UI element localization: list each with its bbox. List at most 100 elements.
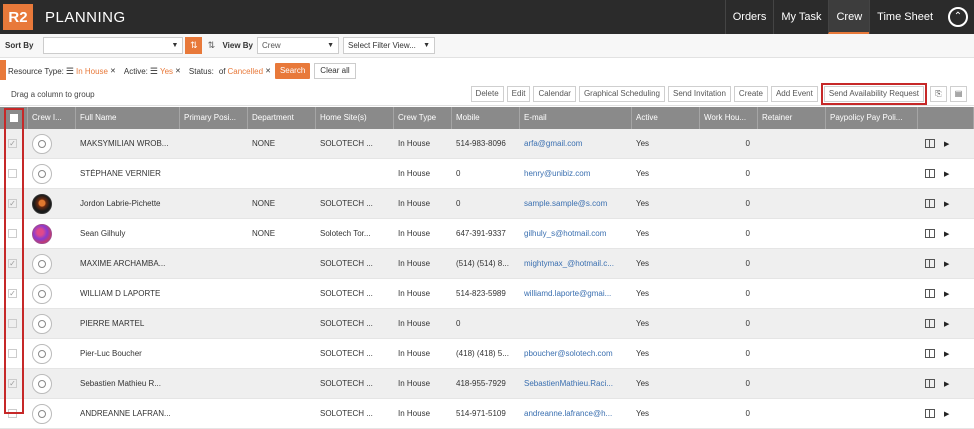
filter-view-select[interactable]: Select Filter View... ▼ (343, 37, 435, 54)
filter-icon[interactable]: ☰ (150, 66, 158, 77)
expand-arrow-icon[interactable]: ▶ (944, 260, 949, 268)
column-header[interactable] (918, 107, 974, 129)
nav-tab-crew[interactable]: Crew (828, 0, 870, 34)
user-menu-icon[interactable]: ⌃ (948, 7, 968, 27)
expand-arrow-icon[interactable]: ▶ (944, 200, 949, 208)
sort-ascending-button[interactable]: ⇅ (185, 37, 203, 54)
active-cell: Yes (636, 199, 650, 208)
table-row[interactable]: STÉPHANE VERNIER In House 0 henry@unibiz.co… (0, 159, 974, 189)
row-checkbox[interactable]: ✓ (8, 139, 17, 148)
send-availability-request-button[interactable]: Send Availability Request (820, 83, 928, 105)
columns-icon[interactable]: ▤ (950, 86, 967, 102)
search-button[interactable]: Search (274, 63, 311, 79)
expand-arrow-icon[interactable]: ▶ (944, 380, 949, 388)
row-checkbox[interactable]: ✓ (8, 199, 17, 208)
row-checkbox[interactable]: ✓ (8, 289, 17, 298)
expand-arrow-icon[interactable]: ▶ (944, 320, 949, 328)
delete-button[interactable]: Delete (470, 86, 504, 102)
edit-button[interactable]: Edit (506, 86, 531, 102)
details-panel-icon[interactable] (925, 139, 935, 148)
table-row[interactable]: ✓ WILLIAM D LAPORTE SOLOTECH ... In House 51… (0, 279, 974, 309)
details-panel-icon[interactable] (925, 319, 935, 328)
work-hours-cell: 0 (745, 169, 750, 178)
expand-arrow-icon[interactable]: ▶ (944, 350, 949, 358)
details-panel-icon[interactable] (925, 199, 935, 208)
email-cell[interactable]: arfa@gmail.com (520, 139, 632, 148)
sort-descending-button[interactable]: ⇅ (204, 37, 218, 54)
column-header[interactable]: Home Site(s) (316, 107, 394, 129)
email-cell[interactable]: henry@unibiz.com (520, 169, 632, 178)
column-header[interactable]: Work Hou... (700, 107, 758, 129)
sort-by-select[interactable]: ▼ (43, 37, 184, 54)
row-checkbox[interactable] (8, 229, 17, 238)
details-panel-icon[interactable] (925, 289, 935, 298)
table-row[interactable]: ✓ Sebastien Mathieu R... SOLOTECH ... In Ho… (0, 369, 974, 399)
view-by-select[interactable]: Crew ▼ (257, 37, 339, 54)
details-panel-icon[interactable] (925, 349, 935, 358)
expand-arrow-icon[interactable]: ▶ (944, 140, 949, 148)
email-cell[interactable]: williamd.laporte@gmai... (520, 289, 632, 298)
table-row[interactable]: Pier-Luc Boucher SOLOTECH ... In House (418… (0, 339, 974, 369)
graphical-scheduling-button[interactable]: Graphical Scheduling (578, 86, 665, 102)
export-icon[interactable]: ⎘ (930, 86, 947, 102)
email-cell[interactable]: mightymax_@hotmail.c... (520, 259, 632, 268)
details-panel-icon[interactable] (925, 259, 935, 268)
details-panel-icon[interactable] (925, 229, 935, 238)
create-button[interactable]: Create (733, 86, 768, 102)
column-header[interactable]: Retainer (758, 107, 826, 129)
details-panel-icon[interactable] (925, 379, 935, 388)
column-header[interactable]: Primary Posi... (180, 107, 248, 129)
email-cell[interactable]: sample.sample@s.com (520, 199, 632, 208)
table-row[interactable]: ✓ MAKSYMILIAN WROB... NONE SOLOTECH ... In H… (0, 129, 974, 159)
row-control-cell: ▶ (918, 229, 974, 238)
column-header[interactable]: Paypolicy Pay Poli... (826, 107, 918, 129)
expand-arrow-icon[interactable]: ▶ (944, 410, 949, 418)
calendar-button[interactable]: Calendar (533, 86, 576, 102)
email-cell[interactable]: SebastienMathieu.Raci... (520, 379, 632, 388)
email-cell[interactable]: pboucher@solotech.com (520, 349, 632, 358)
column-header[interactable]: E-mail (520, 107, 632, 129)
full-name-cell: Pier-Luc Boucher (80, 349, 142, 358)
table-row[interactable]: ✓ MAXIME ARCHAMBA... SOLOTECH ... In House (… (0, 249, 974, 279)
details-panel-icon[interactable] (925, 169, 935, 178)
email-cell[interactable]: gilhuly_s@hotmail.com (520, 229, 632, 238)
filter-icon[interactable]: ☰ (66, 66, 74, 77)
column-header[interactable]: Department (248, 107, 316, 129)
status-value[interactable]: Cancelled (227, 67, 263, 76)
clear-filter-icon[interactable]: ✕ (110, 67, 116, 75)
group-drop-zone[interactable]: Drag a column to group (11, 90, 95, 99)
clear-filter-icon[interactable]: ✕ (175, 67, 181, 75)
resource-type-value[interactable]: In House (76, 67, 108, 76)
column-header[interactable]: Crew Type (394, 107, 452, 129)
active-value[interactable]: Yes (160, 67, 173, 76)
row-checkbox[interactable] (8, 319, 17, 328)
nav-tab-time-sheet[interactable]: Time Sheet (869, 0, 940, 34)
table-row[interactable]: PIERRE MARTEL SOLOTECH ... In House 0 Yes 0 ▶ (0, 309, 974, 339)
expand-arrow-icon[interactable]: ▶ (944, 230, 949, 238)
row-checkbox[interactable]: ✓ (8, 379, 17, 388)
nav-tab-orders[interactable]: Orders (724, 0, 774, 34)
column-header[interactable]: Mobile (452, 107, 520, 129)
sort-view-toolbar: Sort By ▼ ⇅ ⇅ View By Crew ▼ Select Filte… (0, 34, 974, 58)
add-event-button[interactable]: Add Event (770, 86, 818, 102)
table-row[interactable]: Sean Gilhuly NONE Solotech Tor... In House 6… (0, 219, 974, 249)
app-logo[interactable]: R2 (3, 4, 33, 30)
home-site-cell: SOLOTECH ... (320, 289, 373, 298)
expand-arrow-icon[interactable]: ▶ (944, 290, 949, 298)
row-checkbox[interactable]: ✓ (8, 259, 17, 268)
nav-tab-my-task[interactable]: My Task (773, 0, 828, 34)
clear-filter-icon[interactable]: ✕ (265, 67, 271, 75)
column-header[interactable]: Active (632, 107, 700, 129)
clear-all-button[interactable]: Clear all (314, 63, 356, 79)
expand-arrow-icon[interactable]: ▶ (944, 170, 949, 178)
row-checkbox[interactable] (8, 169, 17, 178)
table-row[interactable]: ✓ Jordon Labrie-Pichette NONE SOLOTECH ... I… (0, 189, 974, 219)
mobile-cell: 647-391-9337 (456, 229, 506, 238)
column-header[interactable]: Full Name (76, 107, 180, 129)
send-invitation-button[interactable]: Send Invitation (667, 86, 731, 102)
table-row[interactable]: ANDREANNE LAFRAN... SOLOTECH ... In House 5… (0, 399, 974, 429)
select-all-checkbox[interactable] (0, 107, 28, 129)
row-checkbox[interactable] (8, 349, 17, 358)
column-header[interactable]: Crew I... (28, 107, 76, 129)
full-name-cell: PIERRE MARTEL (80, 319, 145, 328)
